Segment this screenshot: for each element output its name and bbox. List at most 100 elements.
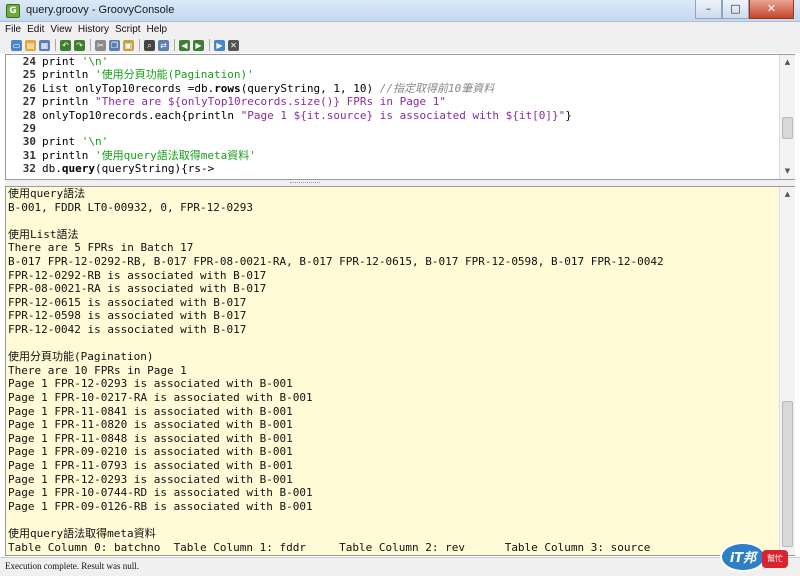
undo-icon[interactable]: ↶: [60, 39, 71, 51]
run-script-icon[interactable]: ▶: [214, 39, 225, 51]
code-token: "There are ${onlyTop10records.size()} FP…: [94, 95, 446, 109]
interrupt-icon[interactable]: ✕: [228, 39, 239, 51]
watermark-tag: 幫忙: [762, 550, 788, 568]
line-number: 31: [22, 148, 36, 162]
output-pane[interactable]: 使用query語法 B-001, FDDR LT0-00932, 0, FPR-1…: [5, 186, 795, 556]
code-token: List onlyTop10records =db.: [42, 81, 215, 95]
scroll-up-arrow-icon[interactable]: ▲: [780, 55, 795, 70]
editor-scrollbar[interactable]: ▲ ▼: [779, 55, 795, 179]
close-button[interactable]: ✕: [749, 0, 794, 19]
line-number: 29: [22, 122, 36, 135]
line-number: 28: [22, 108, 36, 122]
minimize-button[interactable]: –: [695, 0, 722, 19]
save-icon[interactable]: ▦: [39, 39, 50, 51]
code-text: List onlyTop10records =db.rows(queryStri…: [42, 82, 494, 96]
groovy-console-icon: G: [6, 4, 20, 18]
line-number: 32: [22, 162, 36, 176]
output-scrollbar[interactable]: ▲: [779, 187, 795, 555]
menu-help[interactable]: Help: [147, 24, 168, 35]
output-line: Page 1 FPR-09-0126-RB is associated with…: [8, 499, 313, 513]
code-token: '\n': [81, 55, 109, 68]
code-token: (queryString, 1, 10): [240, 81, 380, 95]
output-line: Page 1 FPR-11-0820 is associated with B-…: [8, 418, 293, 432]
code-token: db.: [42, 162, 62, 176]
ithelp-watermark-logo: iT邦 幫忙: [720, 542, 790, 574]
toolbar-separator: [139, 39, 140, 51]
menu-script[interactable]: Script: [115, 24, 141, 35]
scroll-down-arrow-icon[interactable]: ▼: [780, 164, 795, 179]
editor-scroll-thumb[interactable]: [782, 117, 793, 139]
output-line: Page 1 FPR-11-0841 is associated with B-…: [8, 404, 293, 418]
redo-icon[interactable]: ↷: [74, 39, 85, 51]
toolbar-separator: [90, 39, 91, 51]
window-title: query.groovy - GroovyConsole: [26, 4, 175, 16]
output-line: Page 1 FPR-12-0293 is associated with B-…: [8, 472, 293, 486]
paste-icon[interactable]: ▣: [123, 39, 134, 51]
output-line: Page 1 FPR-11-0793 is associated with B-…: [8, 459, 293, 472]
title-bar: G query.groovy - GroovyConsole – □ ✕: [0, 0, 800, 22]
code-text: print '\n': [42, 55, 108, 69]
status-message: Execution complete. Result was null.: [5, 561, 139, 571]
script-editor[interactable]: 24 print '\n' 25 println '使用分頁功能(Pagination…: [5, 54, 795, 180]
menu-file[interactable]: File: [5, 24, 21, 35]
line-number: 30: [22, 135, 36, 149]
code-token: '使用分頁功能(Pagination)': [94, 68, 254, 82]
new-file-icon[interactable]: ▭: [11, 39, 22, 51]
output-line: There are 10 FPRs in Page 1: [8, 363, 187, 377]
output-line: Table Column 0: batchno Table Column 1: …: [8, 540, 651, 554]
code-line[interactable]: 30 print '\n': [6, 135, 779, 149]
menu-history[interactable]: History: [78, 24, 109, 35]
code-token: query: [61, 162, 95, 176]
code-token: rows: [214, 81, 241, 95]
output-line: Page 1 FPR-10-0217-RA is associated with…: [8, 391, 313, 404]
code-line[interactable]: 32 db.query(queryString){rs->: [6, 162, 779, 176]
code-line[interactable]: 31 println '使用query語法取得meta資料': [6, 149, 779, 163]
output-line: FPR-12-0598 is associated with B-017: [8, 309, 247, 323]
code-line[interactable]: 28 onlyTop10records.each{println "Page 1 …: [6, 109, 779, 123]
output-line: Page 1 FPR-11-0848 is associated with B-…: [8, 431, 293, 445]
output-line: 使用List語法: [8, 227, 79, 241]
code-line[interactable]: 26 List onlyTop10records =db.rows(querySt…: [6, 82, 779, 96]
menu-view[interactable]: View: [50, 24, 72, 35]
line-number: 26: [22, 81, 36, 95]
output-line: FPR-12-0292-RB is associated with B-017: [8, 268, 267, 282]
output-line: Page 1 FPR-12-0293 is associated with B-…: [8, 377, 293, 391]
scroll-up-arrow-icon[interactable]: ▲: [780, 187, 795, 202]
find-icon[interactable]: ⌕: [144, 39, 155, 51]
cut-icon[interactable]: ✂: [95, 39, 106, 51]
watermark-badge: iT邦: [720, 542, 766, 572]
output-line: Page 1 FPR-10-0744-RD is associated with…: [8, 486, 313, 500]
output-line: There are 5 FPRs in Batch 17: [8, 241, 194, 255]
history-next-icon[interactable]: ▶: [193, 39, 204, 51]
output-line: FPR-12-0615 is associated with B-017: [8, 295, 247, 309]
history-previous-icon[interactable]: ◀: [179, 39, 190, 51]
output-scroll-thumb[interactable]: [782, 401, 793, 547]
menu-edit[interactable]: Edit: [27, 24, 44, 35]
code-token: //指定取得前10筆資料: [379, 81, 495, 95]
open-file-icon[interactable]: ▤: [25, 39, 36, 51]
code-line[interactable]: 24 print '\n': [6, 55, 779, 69]
splitter-grip[interactable]: [290, 182, 320, 184]
code-line[interactable]: 27 println "There are ${onlyTop10records.…: [6, 95, 779, 109]
code-text: db.query(queryString){rs->: [42, 162, 214, 176]
code-token: onlyTop10records.each{println: [42, 108, 241, 122]
replace-icon[interactable]: ⇄: [158, 39, 169, 51]
maximize-button[interactable]: □: [722, 0, 749, 19]
copy-icon[interactable]: ❐: [109, 39, 120, 51]
code-text: println '使用分頁功能(Pagination)': [42, 68, 254, 82]
output-line: FPR-12-0042 is associated with B-017: [8, 323, 247, 336]
status-bar: Execution complete. Result was null.: [0, 557, 800, 576]
code-text: print '\n': [42, 135, 108, 149]
code-line[interactable]: 25 println '使用分頁功能(Pagination)': [6, 68, 779, 82]
line-number: 25: [22, 68, 36, 82]
output-text-area[interactable]: 使用query語法 B-001, FDDR LT0-00932, 0, FPR-1…: [6, 187, 779, 555]
toolbar-separator: [55, 39, 56, 51]
code-token: "Page 1 ${it.source} is associated with …: [240, 108, 566, 122]
editor-text-area[interactable]: 24 print '\n' 25 println '使用分頁功能(Pagination…: [6, 55, 779, 179]
output-line: FPR-08-0021-RA is associated with B-017: [8, 282, 267, 296]
output-line: 使用query語法取得meta資料: [8, 527, 156, 540]
output-line: 使用分頁功能(Pagination): [8, 350, 154, 364]
window-controls: – □ ✕: [695, 0, 794, 20]
code-line[interactable]: 29: [6, 122, 779, 136]
line-number: 27: [22, 95, 36, 109]
